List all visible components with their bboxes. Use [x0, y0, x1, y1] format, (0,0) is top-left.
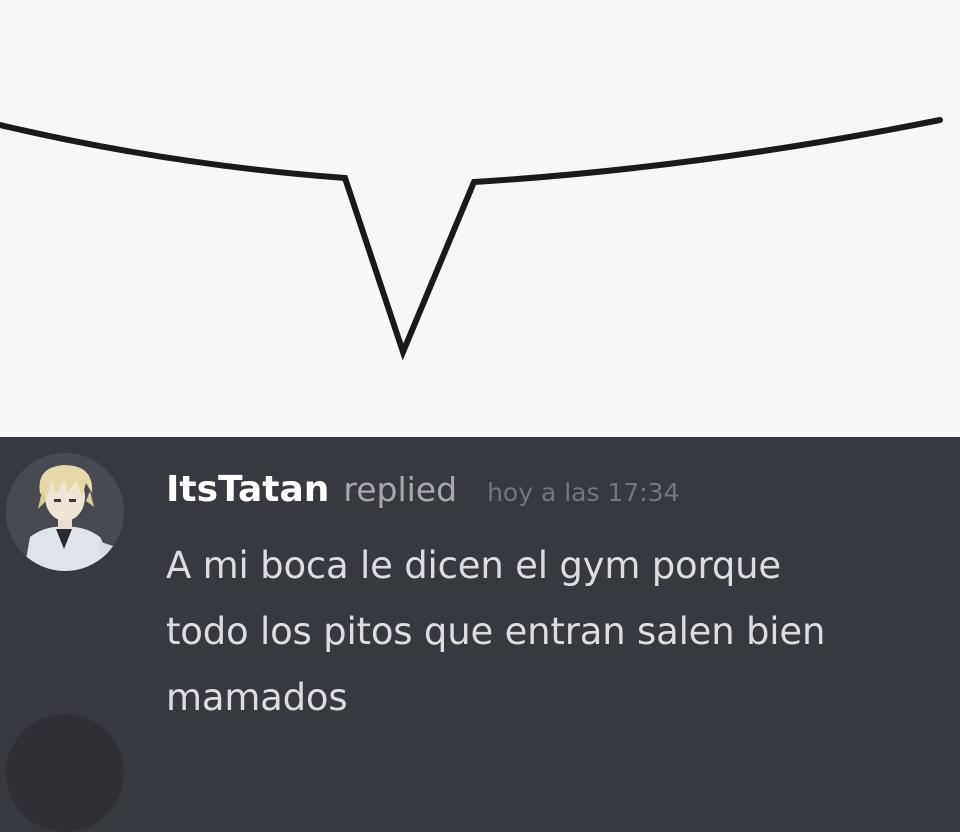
- user-avatar[interactable]: [6, 453, 124, 571]
- mouth-line-drawing: [0, 117, 943, 361]
- message-timestamp: hoy a las 17:34: [487, 478, 680, 507]
- message-line: mamados: [166, 676, 348, 719]
- mouth-drawing-image: [0, 0, 960, 437]
- message-line: todo los pitos que entran salen bien: [166, 610, 826, 653]
- reply-action-label: replied: [343, 470, 458, 509]
- message-line: A mi boca le dicen el gym porque: [166, 544, 781, 587]
- message-text: A mi boca le dicen el gym porque todo lo…: [166, 533, 956, 731]
- username[interactable]: ItsTatan: [166, 469, 329, 510]
- chat-message-panel: ItsTatan replied hoy a las 17:34 A mi bo…: [0, 437, 960, 832]
- next-message-avatar[interactable]: [6, 714, 124, 832]
- anime-character-avatar-icon: [6, 453, 124, 571]
- message-header: ItsTatan replied hoy a las 17:34: [166, 469, 680, 519]
